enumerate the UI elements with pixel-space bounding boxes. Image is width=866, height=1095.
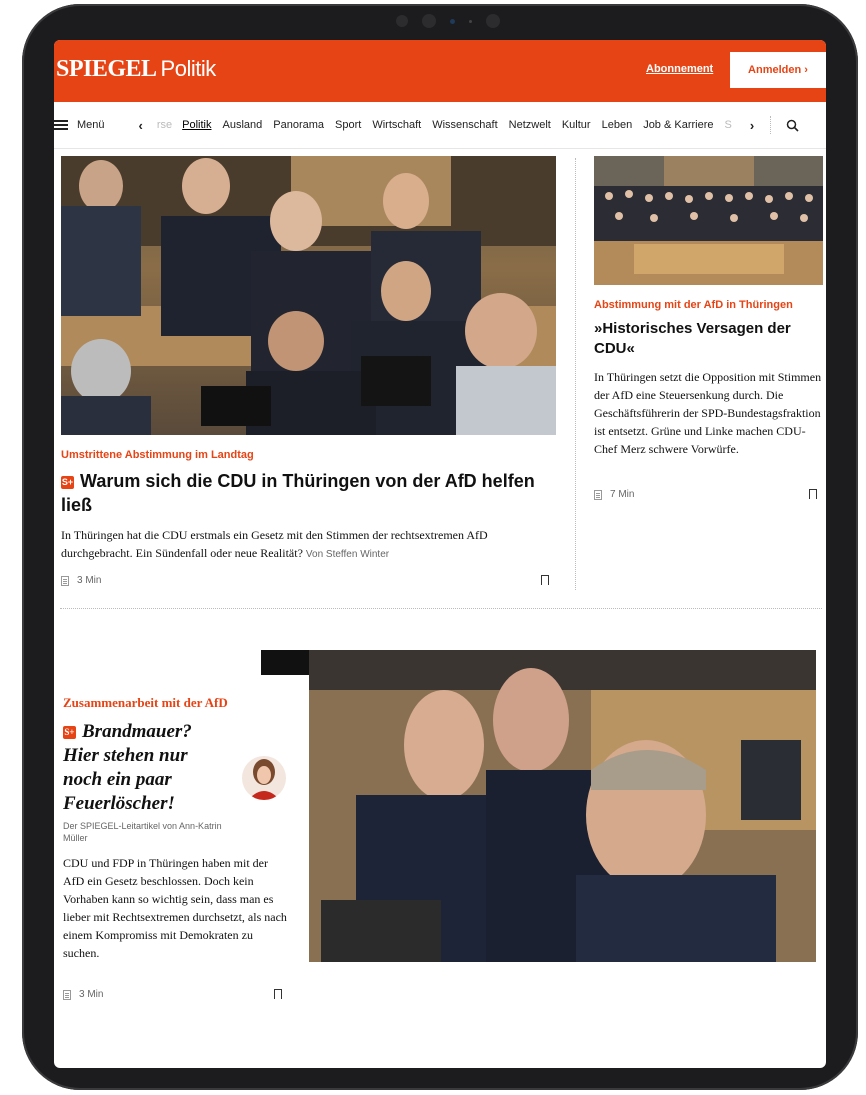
nav-item-sport[interactable]: Sport bbox=[335, 119, 361, 131]
opinion-article[interactable]: Zusammenarbeit mit der AfD S+ Brandmauer?… bbox=[63, 695, 291, 962]
spiegel-logo[interactable]: SPIEGEL Politik bbox=[56, 56, 216, 83]
subscribe-link[interactable]: Abonnement bbox=[646, 63, 713, 75]
nav-item-faded-left[interactable]: rse bbox=[157, 119, 172, 131]
author-avatar[interactable] bbox=[242, 756, 286, 800]
site-header: SPIEGEL Politik Abonnement Anmelden › bbox=[54, 40, 826, 102]
read-time-icon bbox=[63, 989, 71, 1000]
nav-item-ausland[interactable]: Ausland bbox=[223, 119, 263, 131]
nav-item-job-karriere[interactable]: Job & Karriere bbox=[643, 119, 713, 131]
section-name: Politik bbox=[160, 56, 217, 81]
side-article[interactable]: Abstimmung mit der AfD in Thüringen »His… bbox=[594, 299, 824, 458]
side-article-kicker: Abstimmung mit der AfD in Thüringen bbox=[594, 299, 793, 311]
nav-item-wissenschaft[interactable]: Wissenschaft bbox=[432, 119, 497, 131]
main-article-kicker: Umstrittene Abstimmung im Landtag bbox=[61, 449, 254, 461]
main-article-teaser: In Thüringen hat die CDU erstmals ein Ge… bbox=[61, 528, 488, 560]
nav-item-kultur[interactable]: Kultur bbox=[562, 119, 591, 131]
main-article[interactable]: Umstrittene Abstimmung im Landtag S+ Waru… bbox=[61, 449, 561, 564]
main-article-title[interactable]: S+ Warum sich die CDU in Thüringen von de… bbox=[61, 469, 561, 517]
camera-bar bbox=[396, 14, 500, 28]
nav-item-politik[interactable]: Politik bbox=[182, 119, 211, 131]
opinion-article-kicker: Zusammenarbeit mit der AfD bbox=[63, 695, 228, 710]
side-article-title[interactable]: »Historisches Versagen der CDU« bbox=[594, 319, 824, 359]
opinion-article-meta: 3 Min bbox=[63, 989, 103, 1000]
main-article-bookmark-icon[interactable] bbox=[541, 575, 549, 588]
section-nav: Menü ‹ rse Politik Ausland Panorama Spor… bbox=[54, 102, 826, 149]
spiegel-plus-badge: S+ bbox=[61, 475, 74, 489]
opinion-article-teaser: CDU und FDP in Thüringen haben mit der A… bbox=[63, 856, 287, 960]
nav-item-panorama[interactable]: Panorama bbox=[273, 119, 324, 131]
nav-item-netzwelt[interactable]: Netzwelt bbox=[509, 119, 551, 131]
opinion-article-image[interactable] bbox=[261, 650, 816, 962]
main-article-image[interactable] bbox=[61, 156, 556, 435]
side-article-bookmark-icon[interactable] bbox=[809, 489, 817, 502]
side-article-teaser: In Thüringen setzt die Opposition mit St… bbox=[594, 370, 822, 456]
browser-screen: SPIEGEL Politik Abonnement Anmelden › Men… bbox=[54, 40, 826, 1068]
main-article-read-time: 3 Min bbox=[77, 575, 102, 586]
nav-scroll-right-icon[interactable]: › bbox=[750, 118, 754, 133]
side-article-image[interactable] bbox=[594, 156, 823, 285]
opinion-article-read-time: 3 Min bbox=[79, 989, 104, 1000]
opinion-article-bookmark-icon[interactable] bbox=[274, 989, 282, 1002]
side-article-meta: 7 Min bbox=[594, 489, 634, 500]
search-icon[interactable] bbox=[786, 119, 799, 132]
nav-scroll-left-icon[interactable]: ‹ bbox=[139, 118, 143, 133]
read-time-icon bbox=[61, 575, 69, 586]
nav-item-wirtschaft[interactable]: Wirtschaft bbox=[372, 119, 421, 131]
main-article-meta: 3 Min bbox=[61, 575, 101, 586]
opinion-article-byline: Der SPIEGEL-Leitartikel von Ann-Katrin M… bbox=[63, 821, 222, 843]
menu-button[interactable]: Menü bbox=[77, 119, 105, 131]
section-divider bbox=[60, 608, 822, 609]
nav-separator bbox=[770, 116, 772, 134]
nav-item-faded-right[interactable]: S bbox=[725, 119, 732, 131]
opinion-article-title[interactable]: S+ Brandmauer? Hier stehen nur noch ein p… bbox=[63, 720, 223, 816]
spiegel-plus-badge: S+ bbox=[63, 726, 76, 740]
login-button[interactable]: Anmelden › bbox=[730, 52, 826, 88]
hamburger-icon[interactable] bbox=[54, 120, 68, 130]
main-article-author: Von Steffen Winter bbox=[305, 549, 390, 560]
side-article-read-time: 7 Min bbox=[610, 489, 635, 500]
column-divider bbox=[575, 158, 576, 590]
nav-item-leben[interactable]: Leben bbox=[602, 119, 633, 131]
nav-items: Politik Ausland Panorama Sport Wirtschaf… bbox=[182, 119, 724, 131]
read-time-icon bbox=[594, 489, 602, 500]
